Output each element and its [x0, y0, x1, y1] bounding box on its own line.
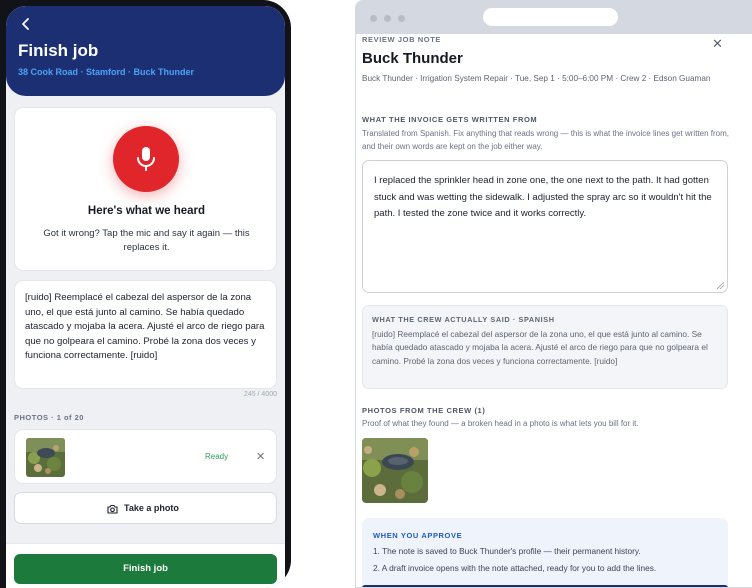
crew-photos-help: Proof of what they found — a broken head… — [362, 419, 639, 428]
heard-card: Here's what we heard Got it wrong? Tap t… — [14, 107, 277, 271]
phone-header: Finish job 38 Cook Road · Stamford · Buc… — [6, 6, 285, 96]
job-address: 38 Cook Road · Stamford · Buck Thunder — [18, 67, 195, 77]
job-meta: Buck Thunder · Irrigation System Repair … — [362, 74, 711, 83]
take-photo-button[interactable]: Take a photo — [14, 492, 277, 524]
microphone-icon — [137, 147, 155, 171]
photo-thumbnail[interactable] — [26, 438, 65, 477]
finish-job-label: Finish job — [123, 563, 168, 574]
review-kicker: REVIEW JOB NOTE — [362, 35, 442, 44]
address-bar[interactable] — [483, 8, 618, 26]
window-dot[interactable] — [370, 15, 377, 22]
photos-label: PHOTOS · 1 of 20 — [14, 413, 84, 422]
review-title: Buck Thunder — [362, 50, 463, 67]
finish-job-button[interactable]: Finish job — [14, 554, 277, 584]
approve-info-box: WHEN YOU APPROVE 1. The note is saved to… — [362, 518, 728, 587]
crew-original-box: WHAT THE CREW ACTUALLY SAID · SPANISH [r… — [362, 305, 728, 389]
phone-screen: Finish job 38 Cook Road · Stamford · Buc… — [6, 6, 285, 588]
heard-title: Here's what we heard — [87, 205, 206, 217]
approve-step: 2. A draft invoice opens with the note a… — [373, 563, 657, 573]
invoice-section-help: Translated from Spanish. Fix anything th… — [362, 129, 729, 151]
close-icon[interactable]: ✕ — [712, 36, 723, 52]
approve-step: 1. The note is saved to Buck Thunder's p… — [373, 546, 641, 556]
invoice-section-label: WHAT THE INVOICE GETS WRITTEN FROM — [362, 115, 538, 124]
phone-frame: Finish job 38 Cook Road · Stamford · Buc… — [0, 0, 291, 588]
photo-status-badge: Ready — [205, 452, 229, 461]
char-counter: 245 / 4000 — [243, 391, 277, 398]
browser-toolbar — [356, 1, 752, 34]
record-mic-button[interactable] — [113, 126, 179, 192]
heard-description: Got it wrong? Tap the mic and say it aga… — [43, 228, 250, 253]
camera-icon — [107, 504, 118, 514]
page-title: Finish job — [18, 41, 99, 60]
window-dot[interactable] — [384, 15, 391, 22]
photo-list-item: Ready ✕ — [14, 429, 277, 484]
back-arrow-icon[interactable] — [18, 16, 34, 32]
approve-label: WHEN YOU APPROVE — [373, 531, 463, 540]
browser-window: REVIEW JOB NOTE ✕ Buck Thunder Buck Thun… — [355, 0, 752, 588]
crew-photo[interactable] — [362, 438, 428, 503]
crew-original-text: [ruido] Reemplacé el cabezal del asperso… — [372, 329, 708, 366]
crew-photos-label: PHOTOS FROM THE CREW (1) — [362, 406, 486, 415]
transcript-field[interactable]: [ruido] Reemplacé el cabezal del asperso… — [14, 280, 277, 389]
crew-original-label: WHAT THE CREW ACTUALLY SAID · SPANISH — [372, 315, 555, 324]
invoice-text-area[interactable]: I replaced the sprinkler head in zone on… — [362, 160, 728, 293]
take-photo-label: Take a photo — [124, 503, 179, 513]
remove-icon[interactable]: ✕ — [256, 450, 265, 463]
window-dot[interactable] — [398, 15, 405, 22]
phone-footer: Finish job — [6, 543, 285, 588]
invoice-text: I replaced the sprinkler head in zone on… — [374, 175, 712, 219]
resize-grip-icon[interactable] — [717, 282, 724, 289]
